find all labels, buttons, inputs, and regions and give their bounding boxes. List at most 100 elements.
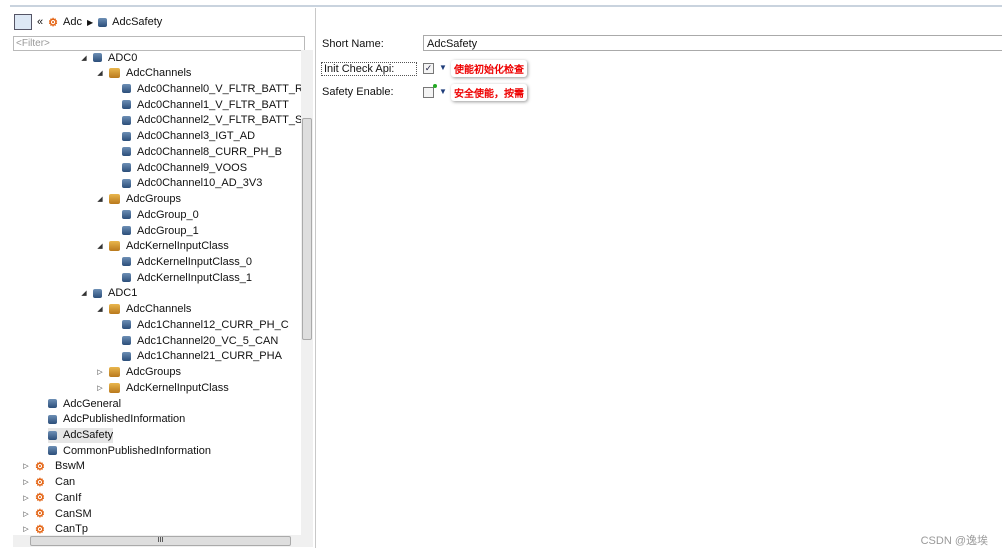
expand-icon[interactable]: ▷ [22, 494, 30, 502]
tree-item[interactable]: Adc1Channel20_VC_5_CAN [122, 333, 278, 348]
breadcrumb-module[interactable]: Adc [63, 16, 82, 28]
tree-item[interactable]: ▷ ⚙ CanIf [22, 490, 81, 505]
tree-item-label: BswM [55, 460, 85, 473]
folder-icon [109, 382, 120, 393]
annotation: 安全使能，按需 [451, 84, 527, 101]
container-icon [93, 288, 102, 298]
tree-item[interactable]: ▷ ⚙ Can [22, 475, 75, 490]
collapse-icon[interactable]: ◢ [96, 305, 104, 313]
folder-icon [109, 68, 120, 79]
container-icon [122, 210, 131, 220]
tree-item[interactable]: AdcGeneral [48, 396, 121, 411]
tree-item-label: CommonPublishedInformation [63, 444, 211, 457]
tree-item[interactable]: Adc0Channel0_V_FLTR_BATT_RELAY [122, 81, 301, 96]
collapse-icon[interactable]: ◢ [80, 54, 88, 62]
tree-item[interactable]: Adc0Channel9_VOOS [122, 160, 247, 175]
tree-item[interactable]: AdcKernelInputClass_1 [122, 270, 252, 285]
filter-input[interactable]: <Filter> [13, 36, 305, 51]
safety-enable-label: Safety Enable: [322, 86, 394, 98]
tree-item[interactable]: Adc0Channel3_IGT_AD [122, 129, 255, 144]
expand-icon[interactable]: ▷ [22, 510, 30, 518]
safety-enable-checkbox[interactable] [423, 87, 434, 98]
tree-item-label: AdcGroups [126, 366, 182, 379]
container-icon [122, 84, 131, 94]
tree-item[interactable]: AdcPublishedInformation [48, 412, 185, 427]
tree-item[interactable]: ◢ AdcGroups [96, 192, 181, 207]
module-icon: ⚙ [35, 508, 45, 521]
collapse-icon[interactable]: ◢ [96, 69, 104, 77]
collapse-icon[interactable]: ◢ [96, 242, 104, 250]
view-toggle-button[interactable] [14, 14, 32, 30]
tree-item-label: AdcKernelInputClass_0 [137, 255, 252, 268]
tree-item-label: AdcKernelInputClass [126, 381, 229, 394]
tree-item[interactable]: ▷ AdcKernelInputClass [96, 380, 229, 395]
tree-item-label: Adc0Channel3_IGT_AD [137, 130, 256, 143]
back-icon[interactable]: « [37, 16, 43, 28]
dropdown-arrow-icon[interactable]: ▼ [439, 63, 447, 72]
container-icon [122, 336, 131, 346]
breadcrumb-current[interactable]: AdcSafety [112, 16, 162, 28]
module-icon: ⚙ [35, 460, 45, 473]
module-icon: ⚙ [48, 16, 58, 29]
tree-item[interactable]: Adc0Channel2_V_FLTR_BATT_SWITC [122, 113, 301, 128]
tree-item-label: AdcChannels [126, 303, 192, 316]
expand-icon[interactable]: ▷ [22, 462, 30, 470]
tree-item-label: ADC1 [108, 287, 138, 300]
tree-item[interactable]: Adc0Channel10_AD_3V3 [122, 176, 262, 191]
vertical-scrollbar[interactable] [301, 50, 313, 535]
container-icon [122, 273, 131, 283]
container-icon [122, 257, 131, 267]
container-icon [122, 320, 131, 330]
tree-item[interactable]: ◢ ADC1 [80, 286, 137, 301]
tree-view: ◢ ADC0 ◢ AdcChannels Adc0Channel0_V_FLTR_BAT… [13, 50, 301, 536]
collapse-icon[interactable]: ◢ [80, 289, 88, 297]
tree-item[interactable]: CommonPublishedInformation [48, 443, 211, 458]
chevron-right-icon: ▶ [86, 17, 94, 27]
tree-item-label: Adc0Channel2_V_FLTR_BATT_SWITC [137, 114, 301, 127]
short-name-input[interactable]: AdcSafety [423, 35, 1002, 51]
tree-item[interactable]: ◢ AdcChannels [96, 302, 191, 317]
container-icon [98, 17, 108, 27]
tree-item-label: Adc0Channel1_V_FLTR_BATT [137, 98, 289, 111]
init-check-checkbox[interactable]: ✓ [423, 63, 434, 74]
scroll-thumb[interactable]: III [30, 536, 291, 546]
container-icon [122, 163, 131, 173]
expand-icon[interactable]: ▷ [96, 384, 104, 392]
folder-icon [109, 304, 120, 315]
container-icon [48, 399, 57, 409]
container-icon [122, 178, 131, 188]
tree-item[interactable]: ◢ AdcChannels [96, 66, 191, 81]
tree-item[interactable]: AdcGroup_1 [122, 223, 199, 238]
tree-item[interactable]: AdcKernelInputClass_0 [122, 254, 252, 269]
tree-item-label: Adc1Channel12_CURR_PH_C [137, 318, 289, 331]
module-icon: ⚙ [35, 476, 45, 489]
breadcrumb: « ⚙ Adc ▶ AdcSafety [14, 12, 162, 32]
collapse-icon[interactable]: ◢ [96, 195, 104, 203]
tree-item-label: CanIf [55, 491, 82, 504]
tree-item-label: Adc0Channel0_V_FLTR_BATT_RELAY [137, 82, 301, 95]
short-name-label: Short Name: [322, 38, 384, 50]
tree-item[interactable]: ◢ AdcKernelInputClass [96, 239, 228, 254]
tree-item[interactable]: ▷ ⚙ CanSM [22, 506, 92, 521]
tree-item[interactable]: Adc0Channel8_CURR_PH_B [122, 144, 282, 159]
tree-item[interactable]: Adc1Channel12_CURR_PH_C [122, 317, 289, 332]
tree-item[interactable]: ▷ ⚙ BswM [22, 459, 85, 474]
tree-item[interactable]: ▷ AdcGroups [96, 365, 181, 380]
tree-item[interactable]: ▷ ⚙ CanTp [22, 522, 88, 535]
tree-item[interactable]: AdcSafety [48, 427, 114, 443]
init-check-label: Init Check Api: [321, 62, 417, 76]
dropdown-arrow-icon[interactable]: ▼ [439, 87, 447, 96]
expand-icon[interactable]: ▷ [96, 368, 104, 376]
watermark: CSDN @逸埃 [920, 535, 988, 547]
expand-icon[interactable]: ▷ [22, 478, 30, 486]
tree-item[interactable]: ◢ ADC0 [80, 50, 137, 65]
horizontal-scrollbar[interactable]: III [13, 535, 313, 547]
tree-item[interactable]: AdcGroup_0 [122, 207, 199, 222]
expand-icon[interactable]: ▷ [22, 525, 30, 533]
tree-item[interactable]: Adc0Channel1_V_FLTR_BATT [122, 97, 289, 112]
tree-item-label: AdcGeneral [63, 397, 122, 410]
tree-item[interactable]: Adc1Channel21_CURR_PHA [122, 349, 282, 364]
scroll-thumb[interactable] [302, 118, 312, 340]
tree-item-label: AdcKernelInputClass_1 [137, 271, 252, 284]
tree-item-label: CanSM [55, 507, 92, 520]
